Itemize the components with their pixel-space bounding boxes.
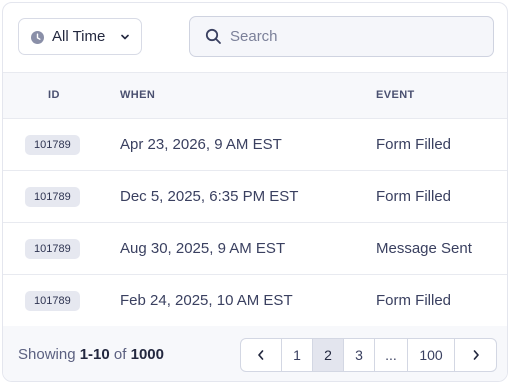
time-range-label: All Time xyxy=(52,28,106,45)
chevron-left-icon xyxy=(258,350,264,360)
search-input[interactable] xyxy=(230,25,480,47)
table-row[interactable]: 101789 Apr 23, 2026, 9 AM EST Form Fille… xyxy=(3,119,507,171)
prev-page-button[interactable] xyxy=(241,339,282,371)
showing-range: 1-10 xyxy=(79,346,110,363)
table-row[interactable]: 101789 Dec 5, 2025, 6:35 PM EST Form Fil… xyxy=(3,171,507,223)
showing-of: of xyxy=(113,346,127,363)
event-cell: Form Filled xyxy=(376,188,452,205)
search-icon xyxy=(205,28,221,44)
events-card: All Time ID WHEN EVENT 101789 Apr 23, 20… xyxy=(2,2,508,382)
when-cell: Apr 23, 2026, 9 AM EST xyxy=(120,136,282,153)
next-page-button[interactable] xyxy=(455,339,496,371)
column-header-event[interactable]: EVENT xyxy=(376,89,415,101)
id-badge: 101789 xyxy=(25,291,80,311)
when-cell: Aug 30, 2025, 9 AM EST xyxy=(120,240,286,257)
showing-prefix: Showing xyxy=(18,346,76,363)
toolbar: All Time xyxy=(3,3,507,73)
page-button-1[interactable]: 1 xyxy=(282,339,313,371)
event-cell: Form Filled xyxy=(376,292,452,309)
column-header-when[interactable]: WHEN xyxy=(120,89,155,101)
clock-icon xyxy=(31,31,44,44)
showing-summary: Showing 1-10 of 1000 xyxy=(18,346,164,363)
table-header: ID WHEN EVENT xyxy=(3,72,507,119)
id-badge: 101789 xyxy=(25,135,80,155)
page-ellipsis: ... xyxy=(375,339,408,371)
page-button-100[interactable]: 100 xyxy=(408,339,455,371)
pagination: 1 2 3 ... 100 xyxy=(240,338,497,372)
table-row[interactable]: 101789 Feb 24, 2025, 10 AM EST Form Fill… xyxy=(3,275,507,327)
event-cell: Message Sent xyxy=(376,240,472,257)
event-cell: Form Filled xyxy=(376,136,452,153)
page-button-3[interactable]: 3 xyxy=(344,339,375,371)
time-range-dropdown[interactable]: All Time xyxy=(18,18,142,55)
id-badge: 101789 xyxy=(25,187,80,207)
when-cell: Dec 5, 2025, 6:35 PM EST xyxy=(120,188,299,205)
column-header-id[interactable]: ID xyxy=(48,89,60,101)
when-cell: Feb 24, 2025, 10 AM EST xyxy=(120,292,293,309)
id-badge: 101789 xyxy=(25,239,80,259)
table-footer: Showing 1-10 of 1000 1 2 3 ... 100 xyxy=(3,326,507,381)
search-field[interactable] xyxy=(189,16,494,57)
chevron-down-icon xyxy=(121,34,129,40)
showing-total: 1000 xyxy=(130,346,164,363)
page-button-2[interactable]: 2 xyxy=(313,339,344,371)
table-row[interactable]: 101789 Aug 30, 2025, 9 AM EST Message Se… xyxy=(3,223,507,275)
chevron-right-icon xyxy=(473,350,479,360)
